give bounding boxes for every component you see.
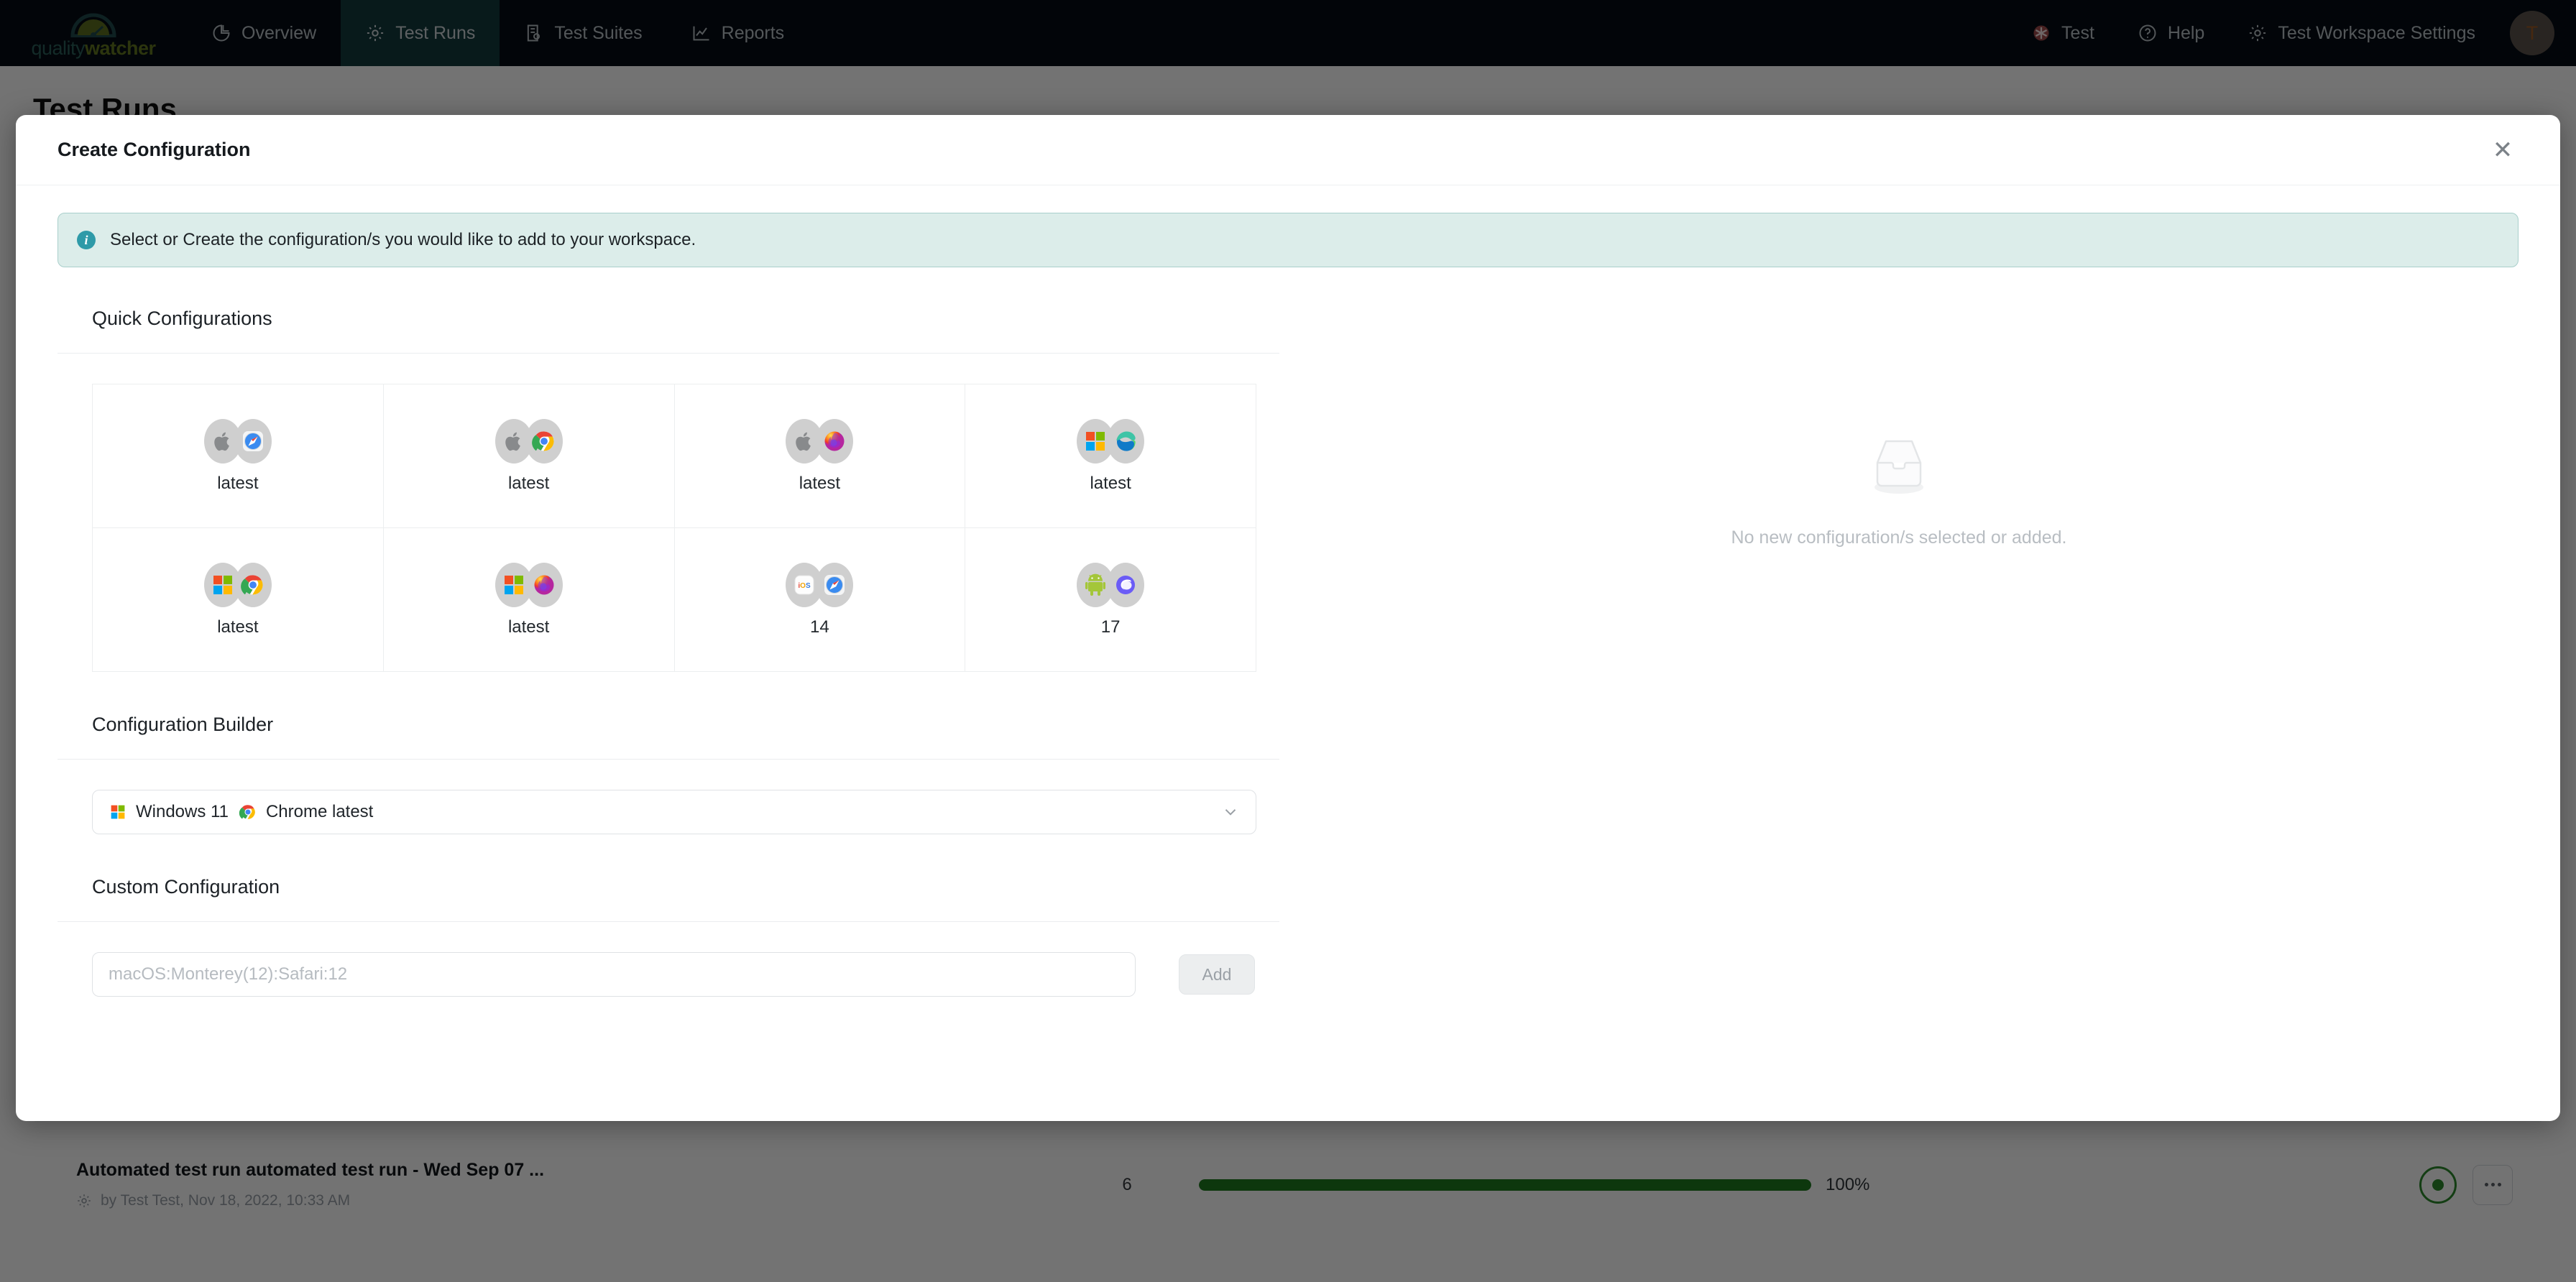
empty-state: No new configuration/s selected or added… — [1731, 430, 2067, 548]
firefox-icon — [816, 418, 854, 464]
quick-configuration-card[interactable]: 17 — [965, 528, 1256, 672]
quick-configuration-label: latest — [507, 617, 550, 637]
configuration-pane: Quick Configurations latest latest latest l… — [58, 308, 1279, 997]
chrome-icon — [234, 562, 272, 607]
quick-configuration-card[interactable]: iOS 14 — [674, 528, 966, 672]
quick-configuration-card[interactable]: latest — [93, 528, 384, 672]
chevron-down-icon — [1221, 803, 1240, 821]
quick-configuration-card[interactable]: latest — [674, 384, 966, 528]
custom-configuration-section: Custom Configuration Add — [58, 876, 1279, 997]
configuration-icons — [786, 418, 854, 464]
quick-configuration-card[interactable]: latest — [383, 528, 675, 672]
add-configuration-button[interactable]: Add — [1179, 954, 1255, 995]
quick-configuration-label: latest — [507, 473, 550, 493]
close-icon[interactable]: ✕ — [2487, 134, 2518, 166]
modal-body: i Select or Create the configuration/s y… — [16, 185, 2560, 1121]
chrome-icon — [525, 418, 563, 464]
quick-configurations-title: Quick Configurations — [92, 308, 272, 329]
quick-configuration-label: latest — [799, 473, 841, 493]
section-divider — [58, 353, 1279, 354]
modal-title: Create Configuration — [58, 139, 251, 160]
info-banner: i Select or Create the configuration/s y… — [58, 213, 2518, 267]
configuration-icons — [1077, 562, 1145, 607]
configuration-builder-browser-value: Chrome latest — [265, 802, 374, 821]
quick-configuration-label: latest — [1090, 473, 1131, 493]
info-icon: i — [77, 231, 96, 249]
quick-configurations-section: Quick Configurations latest latest latest l… — [58, 308, 1279, 672]
configuration-icons — [203, 418, 272, 464]
empty-inbox-icon — [1862, 430, 1936, 499]
samsung-icon — [1107, 562, 1145, 607]
selected-configurations-pane: No new configuration/s selected or added… — [1279, 308, 2518, 997]
quick-configuration-label: 17 — [1100, 617, 1121, 637]
quick-configuration-card[interactable]: latest — [965, 384, 1256, 528]
configuration-builder-select[interactable]: Windows 11 Chrome latest — [92, 790, 1256, 834]
quick-configuration-card[interactable]: latest — [93, 384, 384, 528]
safari-icon — [234, 418, 272, 464]
windows-icon — [109, 803, 127, 821]
quick-configuration-card[interactable]: latest — [383, 384, 675, 528]
chrome-icon — [239, 803, 257, 821]
quick-configuration-label: latest — [217, 473, 259, 493]
configuration-builder-title: Configuration Builder — [92, 714, 274, 735]
modal-header: Create Configuration ✕ — [16, 115, 2560, 185]
quick-configuration-label: latest — [217, 617, 259, 637]
configuration-icons — [203, 562, 272, 607]
info-banner-text: Select or Create the configuration/s you… — [110, 230, 696, 249]
safari-icon — [816, 562, 854, 607]
configuration-icons: iOS — [786, 562, 854, 607]
create-configuration-modal: Create Configuration ✕ i Select or Creat… — [16, 115, 2560, 1121]
section-divider — [58, 921, 1279, 922]
edge-icon — [1107, 418, 1145, 464]
section-divider — [58, 759, 1279, 760]
configuration-icons — [494, 418, 563, 464]
quick-configurations-grid: latest latest latest latest latest latest iOS 1… — [92, 384, 1256, 672]
configuration-builder-value: Windows 11 — [136, 802, 229, 821]
configuration-icons — [1077, 418, 1145, 464]
firefox-icon — [525, 562, 563, 607]
custom-configuration-input[interactable] — [92, 952, 1136, 997]
quick-configuration-label: 14 — [810, 617, 829, 637]
configuration-builder-section: Configuration Builder Windows 11 Chrome l… — [58, 714, 1279, 834]
svg-text:iOS: iOS — [799, 582, 811, 590]
configuration-icons — [494, 562, 563, 607]
custom-configuration-title: Custom Configuration — [92, 876, 280, 898]
empty-state-text: No new configuration/s selected or added… — [1731, 527, 2067, 548]
